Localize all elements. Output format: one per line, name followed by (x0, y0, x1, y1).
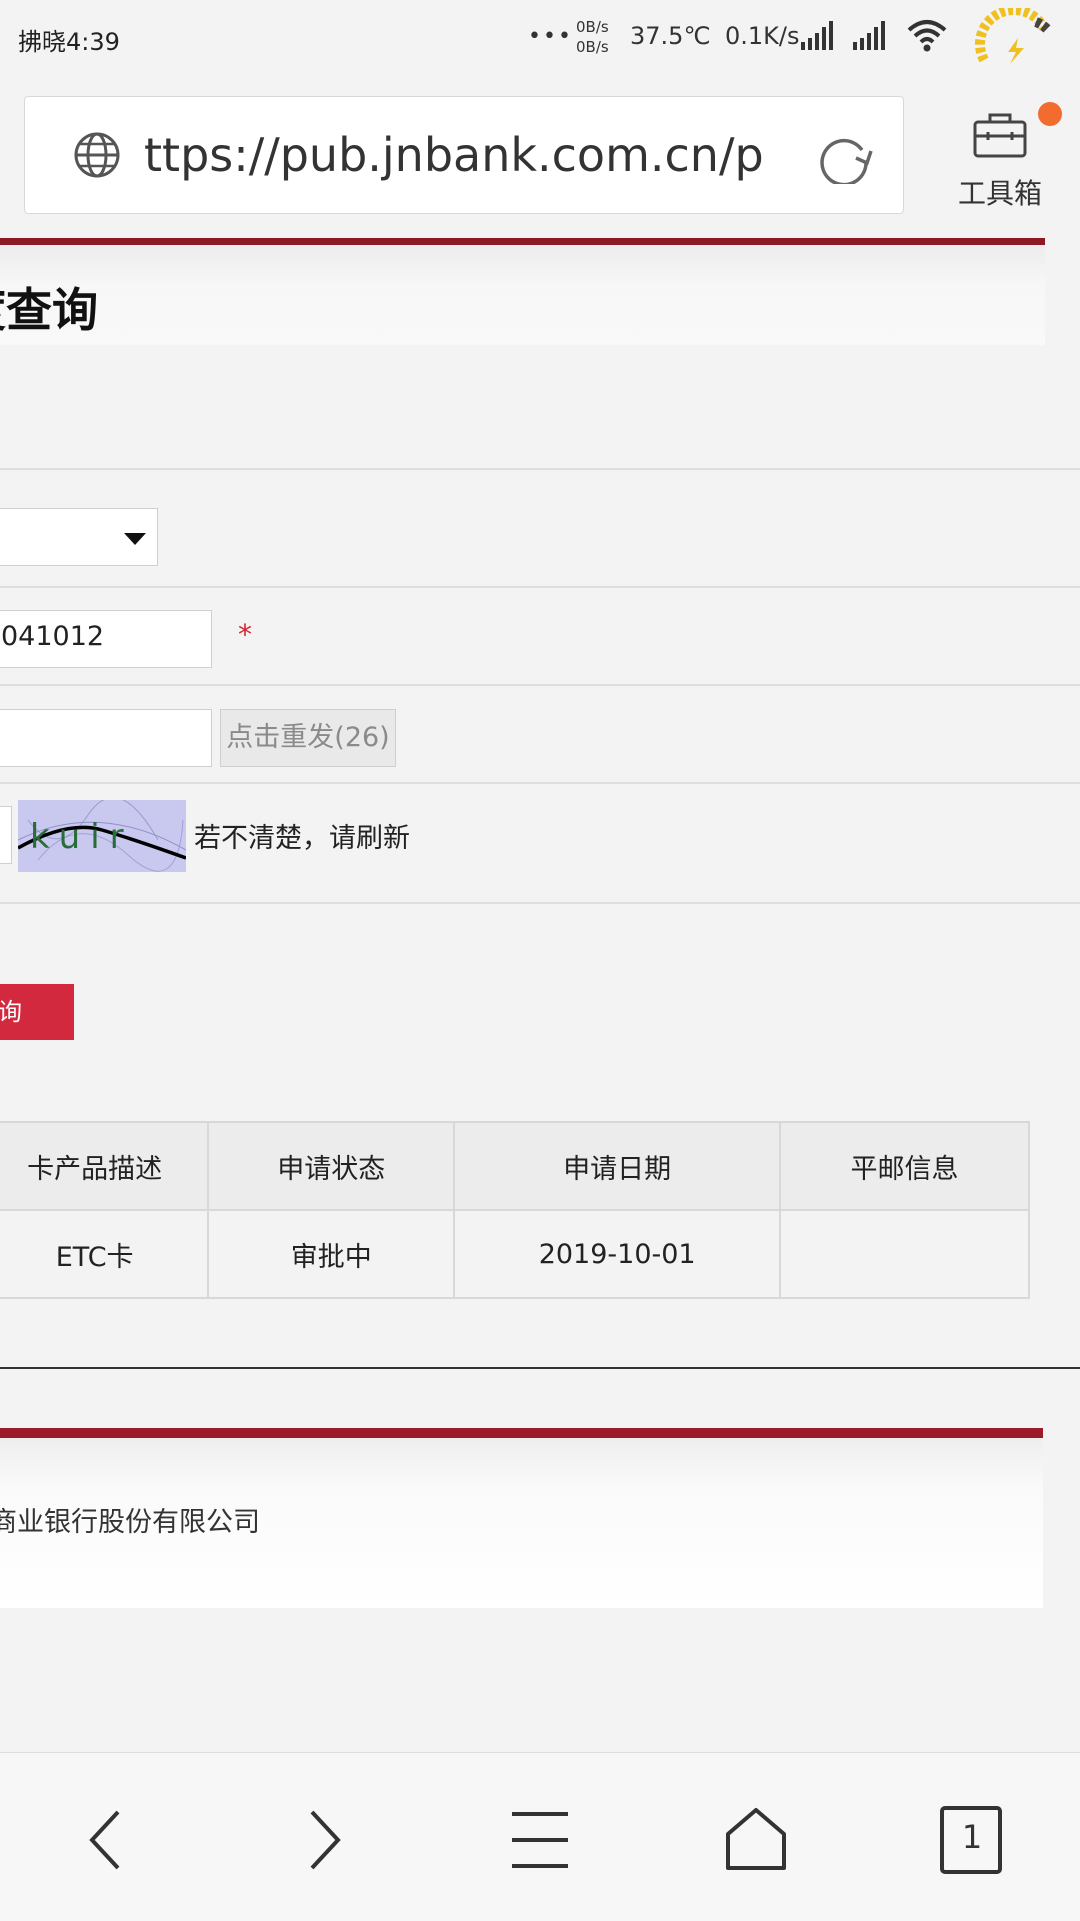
cell-status: 审批中 (207, 1209, 456, 1299)
toolbox-icon (973, 113, 1027, 158)
status-net-up: 0B/s (576, 18, 609, 36)
status-net-down: 0B/s (576, 38, 609, 56)
globe-icon (74, 132, 120, 178)
captcha-image[interactable]: kuir (18, 800, 186, 872)
table-header-row: 卡产品描述 申请状态 申请日期 平邮信息 (0, 1121, 1030, 1211)
captcha-refresh-hint[interactable]: 若不清楚，请刷新 (194, 816, 410, 855)
reload-icon[interactable] (816, 130, 874, 184)
status-temperature: 37.5℃ (630, 22, 711, 50)
toolbox-label: 工具箱 (957, 177, 1042, 210)
divider (0, 468, 1080, 470)
page-title: 度查询 (0, 283, 98, 337)
query-button[interactable]: 询 (0, 984, 74, 1040)
wifi-icon (907, 20, 947, 52)
status-more-icon: ••• (528, 24, 573, 49)
sms-code-input[interactable] (0, 709, 212, 767)
home-icon[interactable] (716, 1800, 796, 1880)
status-speed: 0.1K/s (725, 22, 800, 50)
cell-mail-info (779, 1209, 1030, 1299)
table-row: ETC卡 审批中 2019-10-01 (0, 1209, 1030, 1299)
signal-icon (801, 21, 833, 50)
header-product: 卡产品描述 (0, 1121, 210, 1211)
header-mail-info: 平邮信息 (779, 1121, 1030, 1211)
chevron-down-icon[interactable] (124, 533, 146, 545)
header-date: 申请日期 (453, 1121, 782, 1211)
signal-icon (853, 21, 885, 50)
divider (0, 684, 1080, 686)
divider (0, 586, 1080, 588)
cell-product: ETC卡 (0, 1209, 210, 1299)
required-mark: * (238, 618, 252, 651)
footer-divider (0, 1367, 1080, 1369)
cell-date: 2019-10-01 (453, 1209, 782, 1299)
status-time: 拂晓4:39 (18, 28, 120, 56)
captcha-input[interactable] (0, 806, 12, 864)
header-red-line (0, 238, 1045, 245)
resend-code-button[interactable]: 点击重发(26) (220, 709, 396, 767)
card-number-input[interactable]: 041012 (0, 610, 212, 668)
tabs-count: 1 (961, 1818, 983, 1856)
divider (0, 782, 1080, 784)
notification-dot (1038, 102, 1062, 126)
footer-company-name: 商业银行股份有限公司 (0, 1507, 260, 1538)
menu-icon[interactable] (500, 1800, 580, 1880)
back-icon[interactable] (66, 1800, 146, 1880)
forward-icon[interactable] (284, 1800, 364, 1880)
result-table: 卡产品描述 申请状态 申请日期 平邮信息 ETC卡 审批中 2019-10-01 (0, 1121, 1030, 1299)
battery-gauge-icon (975, 8, 1052, 64)
divider (0, 902, 1080, 904)
header-status: 申请状态 (207, 1121, 456, 1211)
footer-red-line (0, 1428, 1043, 1438)
url-text[interactable]: ttps://pub.jnbank.com.cn/p... (144, 128, 764, 182)
title-band (0, 245, 1045, 345)
captcha-text: kuir (30, 817, 134, 857)
